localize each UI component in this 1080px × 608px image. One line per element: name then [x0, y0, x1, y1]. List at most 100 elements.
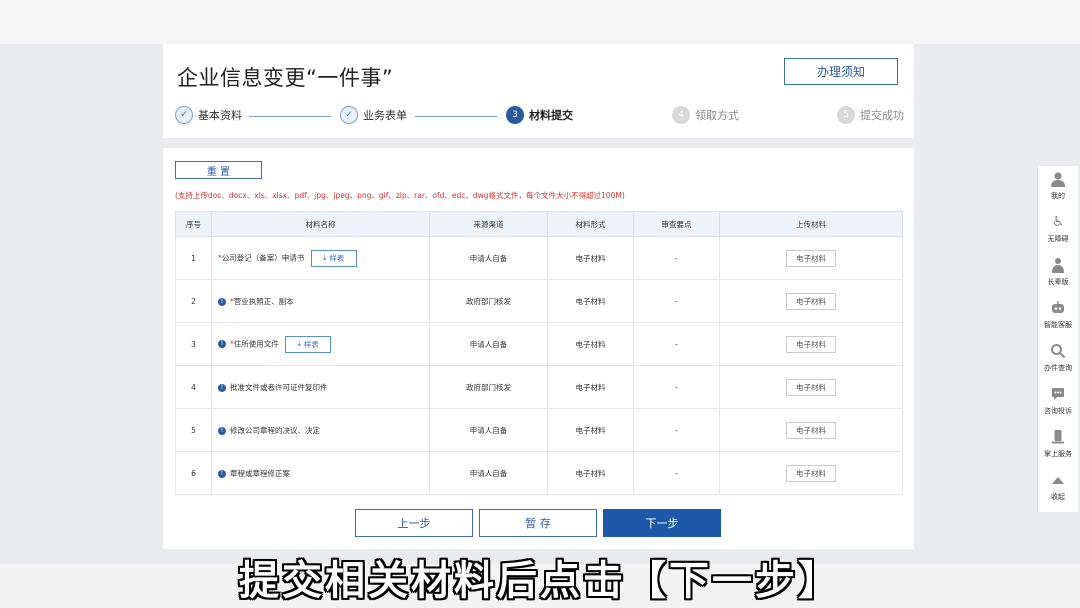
source-cell: 申请人自备	[429, 236, 548, 280]
col-header-name: 材料名称	[211, 211, 430, 237]
robot-icon	[1048, 298, 1068, 318]
step-number: 3	[506, 106, 524, 124]
upload-button[interactable]: 电子材料	[786, 335, 836, 353]
upload-cell: 电子材料	[719, 322, 903, 366]
action-buttons: 上一步 暂 存 下一步	[355, 509, 721, 537]
material-name-cell: ! *住所使用文件 ⤓ 样表	[211, 322, 430, 366]
col-header-source: 来源渠道	[429, 211, 548, 237]
sample-label: 样表	[303, 339, 319, 349]
page-title: 企业信息变更“一件事”	[177, 66, 394, 90]
review-point-cell: -	[633, 279, 720, 323]
info-icon[interactable]: !	[218, 297, 226, 306]
upload-button[interactable]: 电子材料	[786, 378, 836, 396]
float-label: 掌上服务	[1044, 450, 1072, 458]
row-index: 1	[175, 236, 212, 280]
row-index: 3	[175, 322, 212, 366]
step-label: 基本资料	[198, 109, 242, 122]
material-name: 营业执照正、副本	[233, 296, 294, 306]
source-cell: 政府部门核发	[429, 365, 548, 409]
upload-button[interactable]: 电子材料	[786, 249, 836, 267]
form-cell: 电子材料	[547, 365, 634, 409]
sample-button[interactable]: ⤓ 样表	[285, 335, 332, 353]
mobile-icon	[1048, 427, 1068, 447]
float-item-query[interactable]: 办件查询	[1038, 338, 1078, 381]
table-row: 3 ! *住所使用文件 ⤓ 样表 申请人自备 电子材料 - 电子材料	[175, 322, 903, 366]
save-draft-button[interactable]: 暂 存	[479, 509, 597, 537]
material-name-cell: ! 章程或章程修正案	[211, 451, 430, 495]
float-item-mobile[interactable]: 掌上服务	[1038, 424, 1078, 467]
user-icon	[1048, 169, 1068, 189]
row-index: 5	[175, 408, 212, 452]
step-progress: ✓ 基本资料 ✓ 业务表单 3 材料提交 4 领取方式 5 提交成功	[163, 106, 914, 128]
info-icon[interactable]: !	[218, 383, 226, 392]
float-label: 收起	[1051, 493, 1065, 501]
float-item-smart-service[interactable]: 智能客服	[1038, 295, 1078, 338]
col-header-form: 材料形式	[547, 211, 634, 237]
header-card: 企业信息变更“一件事” 办理须知 ✓ 基本资料 ✓ 业务表单 3 材料提交 4 …	[163, 44, 914, 138]
floating-service-bar: 我的 ♿ 无障碍 长辈版 智能客服 办件查询 咨询投诉 掌上服务 收起	[1037, 166, 1078, 512]
materials-table: 序号 材料名称 来源渠道 材料形式 审查要点 上传材料 1 *公司登记（备案）申…	[175, 211, 903, 495]
table-header-row: 序号 材料名称 来源渠道 材料形式 审查要点 上传材料	[175, 211, 903, 237]
material-name: 住所使用文件	[233, 339, 279, 348]
material-name-cell: ! 修改公司章程的决议、决定	[211, 408, 430, 452]
step-basic-info: ✓ 基本资料	[175, 106, 242, 124]
col-header-index: 序号	[175, 211, 212, 237]
upload-button[interactable]: 电子材料	[786, 464, 836, 482]
upload-cell: 电子材料	[719, 365, 903, 409]
search-icon	[1048, 341, 1068, 361]
step-connector	[249, 116, 331, 117]
float-item-complaint[interactable]: 咨询投诉	[1038, 381, 1078, 424]
table-row: 5 ! 修改公司章程的决议、决定 申请人自备 电子材料 - 电子材料	[175, 408, 903, 452]
float-item-elder[interactable]: 长辈版	[1038, 252, 1078, 295]
upload-button[interactable]: 电子材料	[786, 292, 836, 310]
download-icon: ⤓	[297, 339, 301, 348]
materials-card: 重 置 (支持上传doc、docx、xls、xlsx、pdf、jpg、jpeg、…	[163, 148, 914, 549]
table-row: 2 ! *营业执照正、副本 政府部门核发 电子材料 - 电子材料	[175, 279, 903, 323]
source-cell: 申请人自备	[429, 408, 548, 452]
step-label: 业务表单	[363, 109, 407, 122]
float-label: 办件查询	[1044, 364, 1072, 372]
material-name-cell: *公司登记（备案）申请书 ⤓ 样表	[211, 236, 430, 280]
collapse-icon	[1048, 470, 1068, 490]
info-icon[interactable]: !	[218, 469, 226, 478]
form-cell: 电子材料	[547, 236, 634, 280]
table-row: 1 *公司登记（备案）申请书 ⤓ 样表 申请人自备 电子材料 - 电子材料	[175, 236, 903, 280]
step-submit-success: 5 提交成功	[837, 106, 904, 124]
notice-button[interactable]: 办理须知	[784, 58, 898, 85]
material-name-cell: ! *营业执照正、副本	[211, 279, 430, 323]
next-step-button[interactable]: 下一步	[603, 509, 721, 537]
table-row: 6 ! 章程或章程修正案 申请人自备 电子材料 - 电子材料	[175, 451, 903, 495]
source-cell: 申请人自备	[429, 322, 548, 366]
source-cell: 政府部门核发	[429, 279, 548, 323]
form-cell: 电子材料	[547, 408, 634, 452]
float-label: 长辈版	[1047, 278, 1069, 286]
col-header-upload: 上传材料	[719, 211, 903, 237]
material-name-cell: ! 批准文件或者许可证件复印件	[211, 365, 430, 409]
form-cell: 电子材料	[547, 322, 634, 366]
float-item-collapse[interactable]: 收起	[1038, 467, 1078, 510]
download-icon: ⤓	[322, 253, 327, 262]
upload-cell: 电子材料	[719, 279, 903, 323]
sample-button[interactable]: ⤓ 样表	[310, 249, 357, 267]
row-index: 6	[175, 451, 212, 495]
form-cell: 电子材料	[547, 279, 634, 323]
accessibility-icon: ♿	[1051, 214, 1065, 230]
video-subtitle: 提交相关材料后点击【下一步】	[239, 558, 841, 604]
info-icon[interactable]: !	[218, 340, 226, 348]
top-band	[0, 0, 1080, 44]
reset-button[interactable]: 重 置	[175, 161, 262, 179]
float-item-accessibility[interactable]: ♿ 无障碍	[1038, 209, 1078, 252]
step-label: 材料提交	[529, 109, 573, 122]
prev-step-button[interactable]: 上一步	[355, 509, 473, 537]
material-name: 批准文件或者许可证件复印件	[230, 382, 328, 392]
step-material-submit: 3 材料提交	[506, 106, 573, 124]
info-icon[interactable]: !	[218, 426, 226, 435]
upload-cell: 电子材料	[719, 451, 903, 495]
table-row: 4 ! 批准文件或者许可证件复印件 政府部门核发 电子材料 - 电子材料	[175, 365, 903, 409]
material-name: 公司登记（备案）申请书	[221, 253, 305, 262]
upload-button[interactable]: 电子材料	[786, 421, 836, 439]
material-name: 章程或章程修正案	[230, 468, 290, 478]
step-pickup-method: 4 领取方式	[672, 106, 739, 124]
step-connector	[415, 116, 497, 117]
float-item-mine[interactable]: 我的	[1038, 166, 1078, 209]
